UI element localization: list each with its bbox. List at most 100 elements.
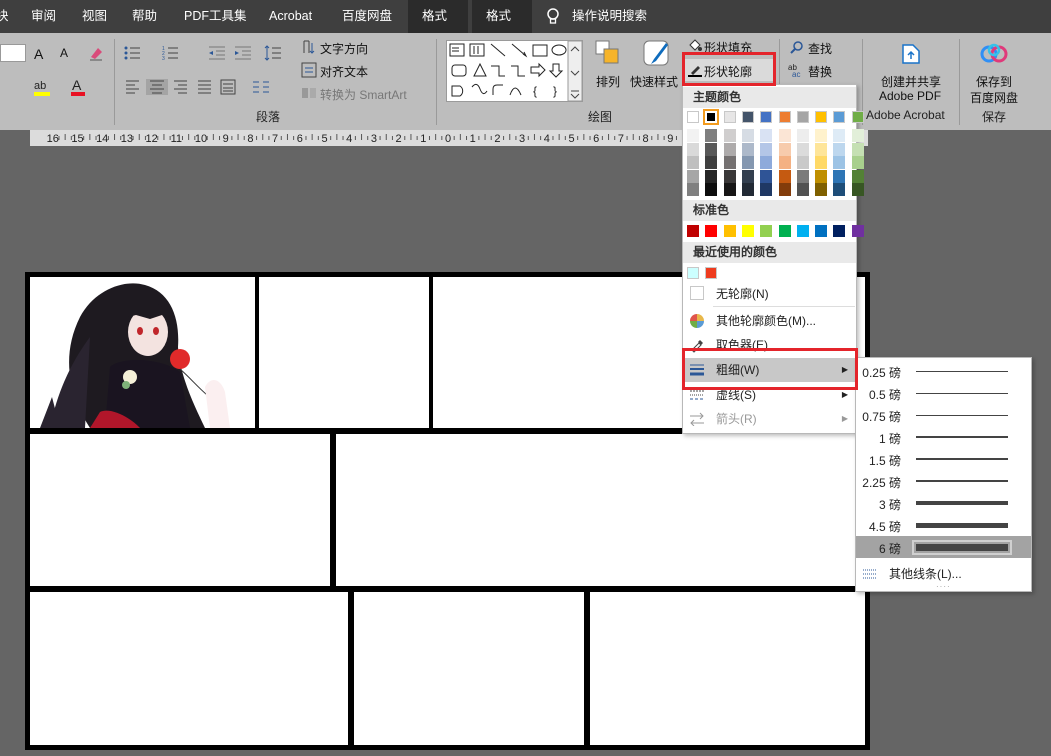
theme-shade-swatch[interactable] xyxy=(741,142,754,156)
tab-format-1[interactable]: 格式 xyxy=(408,0,468,33)
theme-shade-swatch[interactable] xyxy=(687,129,699,142)
smartart-icon[interactable] xyxy=(301,85,317,101)
theme-shade-swatch[interactable] xyxy=(687,183,699,196)
standard-color-swatch[interactable] xyxy=(796,225,809,237)
align-text-button[interactable]: 对齐文本 xyxy=(320,63,368,80)
panel-6[interactable] xyxy=(30,592,348,745)
tab-acrobat[interactable]: Acrobat xyxy=(269,0,312,33)
theme-shade-swatch[interactable] xyxy=(833,142,846,156)
shapes-gallery[interactable]: { } xyxy=(446,40,583,102)
highlight-color-icon[interactable]: ab xyxy=(33,77,53,97)
dashes-item[interactable]: 虚线(S) ▶ xyxy=(683,383,856,407)
theme-shade-swatch[interactable] xyxy=(687,169,699,183)
align-text-icon[interactable] xyxy=(301,62,317,78)
theme-shade-swatch[interactable] xyxy=(815,142,828,156)
font-color-icon[interactable]: A xyxy=(70,77,86,97)
theme-shade-swatch[interactable] xyxy=(815,169,828,183)
standard-color-swatch[interactable] xyxy=(778,225,791,237)
tab-partial[interactable]: 块 xyxy=(0,0,9,33)
theme-shade-swatch[interactable] xyxy=(796,142,809,156)
theme-shade-swatch[interactable] xyxy=(796,183,809,196)
weight-option[interactable]: 2.25 磅 xyxy=(856,470,1031,492)
theme-shade-swatch[interactable] xyxy=(815,183,828,196)
theme-shade-swatch[interactable] xyxy=(815,129,828,142)
increase-indent-icon[interactable] xyxy=(234,45,252,61)
weight-option[interactable]: 4.5 磅 xyxy=(856,514,1031,536)
paragraph-align-icons[interactable] xyxy=(125,79,285,95)
arrange-button[interactable]: 排列 xyxy=(596,73,620,90)
grow-font-button[interactable]: A xyxy=(34,46,43,62)
theme-color-swatch[interactable] xyxy=(778,111,791,123)
save-to-line2[interactable]: 百度网盘 xyxy=(970,89,1018,106)
theme-shade-swatch[interactable] xyxy=(741,169,754,183)
shape-fill-button[interactable]: 形状填充 xyxy=(704,39,752,56)
theme-shade-swatch[interactable] xyxy=(796,169,809,183)
shape-outline-button[interactable]: 形状轮廓 xyxy=(684,59,774,81)
theme-shade-swatch[interactable] xyxy=(778,183,791,196)
replace-button[interactable]: 替换 xyxy=(808,63,832,80)
theme-shade-swatch[interactable] xyxy=(851,142,864,156)
bullets-icon[interactable] xyxy=(124,45,142,61)
decrease-indent-icon[interactable] xyxy=(208,45,226,61)
theme-shade-swatch[interactable] xyxy=(723,142,736,156)
quick-styles-button[interactable]: 快速样式 xyxy=(630,73,678,90)
create-share-pdf-icon[interactable] xyxy=(899,42,923,66)
more-outline-colors-item[interactable]: 其他轮廓颜色(M)... xyxy=(683,309,856,333)
theme-shade-swatch[interactable] xyxy=(851,156,864,169)
eyedropper-item[interactable]: 取色器(E) xyxy=(683,333,856,357)
quick-styles-icon[interactable] xyxy=(640,39,674,69)
theme-shade-swatch[interactable] xyxy=(723,156,736,169)
theme-color-swatch[interactable] xyxy=(760,111,773,123)
theme-color-swatch[interactable] xyxy=(703,109,720,125)
panel-2[interactable] xyxy=(259,277,429,428)
baidu-netdisk-icon[interactable] xyxy=(980,41,1008,67)
theme-shade-swatch[interactable] xyxy=(851,183,864,196)
save-to-line1[interactable]: 保存到 xyxy=(976,73,1012,90)
find-button[interactable]: 查找 xyxy=(808,40,832,57)
theme-shade-swatch[interactable] xyxy=(778,169,791,183)
theme-color-swatch[interactable] xyxy=(741,111,754,123)
find-icon[interactable] xyxy=(790,40,804,54)
tab-pdf-tools[interactable]: PDF工具集 xyxy=(184,0,247,33)
theme-shade-swatch[interactable] xyxy=(833,183,846,196)
theme-shade-swatch[interactable] xyxy=(760,183,773,196)
weight-option[interactable]: 1.5 磅 xyxy=(856,448,1031,470)
theme-shade-swatch[interactable] xyxy=(723,183,736,196)
theme-color-swatch[interactable] xyxy=(723,111,736,123)
theme-shade-swatch[interactable] xyxy=(705,183,718,196)
theme-shade-swatch[interactable] xyxy=(833,129,846,142)
create-share-line1[interactable]: 创建并共享 xyxy=(881,73,941,90)
resize-grip-icon[interactable]: ···· xyxy=(936,582,951,591)
theme-shade-swatch[interactable] xyxy=(741,156,754,169)
theme-shade-swatch[interactable] xyxy=(851,129,864,142)
weight-option[interactable]: 6 磅 xyxy=(856,536,1031,558)
tab-baidu-netdisk[interactable]: 百度网盘 xyxy=(342,0,392,33)
theme-shade-swatch[interactable] xyxy=(833,156,846,169)
weight-option[interactable]: 3 磅 xyxy=(856,492,1031,514)
tab-help[interactable]: 帮助 xyxy=(132,0,157,33)
theme-shade-swatch[interactable] xyxy=(741,183,754,196)
tab-review[interactable]: 审阅 xyxy=(31,0,56,33)
theme-shade-swatch[interactable] xyxy=(723,169,736,183)
theme-shade-swatch[interactable] xyxy=(815,156,828,169)
standard-color-swatch[interactable] xyxy=(833,225,846,237)
panel-1-image[interactable] xyxy=(30,277,255,428)
theme-shade-swatch[interactable] xyxy=(705,156,718,169)
theme-color-swatch[interactable] xyxy=(815,111,828,123)
create-share-line2[interactable]: Adobe PDF xyxy=(879,89,941,103)
weight-option[interactable]: 0.5 磅 xyxy=(856,382,1031,404)
theme-color-swatch[interactable] xyxy=(833,111,846,123)
no-outline-item[interactable]: 无轮廓(N) xyxy=(683,282,856,306)
theme-shade-swatch[interactable] xyxy=(705,169,718,183)
theme-shade-swatch[interactable] xyxy=(796,156,809,169)
standard-color-swatch[interactable] xyxy=(815,225,828,237)
weight-item[interactable]: 粗细(W) ▶ xyxy=(683,358,856,382)
standard-color-swatch[interactable] xyxy=(723,225,736,237)
text-direction-button[interactable]: 文字方向 xyxy=(320,40,368,57)
theme-shade-swatch[interactable] xyxy=(760,142,773,156)
text-direction-icon[interactable] xyxy=(301,39,317,55)
theme-shade-swatch[interactable] xyxy=(741,129,754,142)
standard-color-swatch[interactable] xyxy=(705,225,718,237)
panel-5[interactable] xyxy=(336,434,865,586)
theme-shade-swatch[interactable] xyxy=(760,169,773,183)
